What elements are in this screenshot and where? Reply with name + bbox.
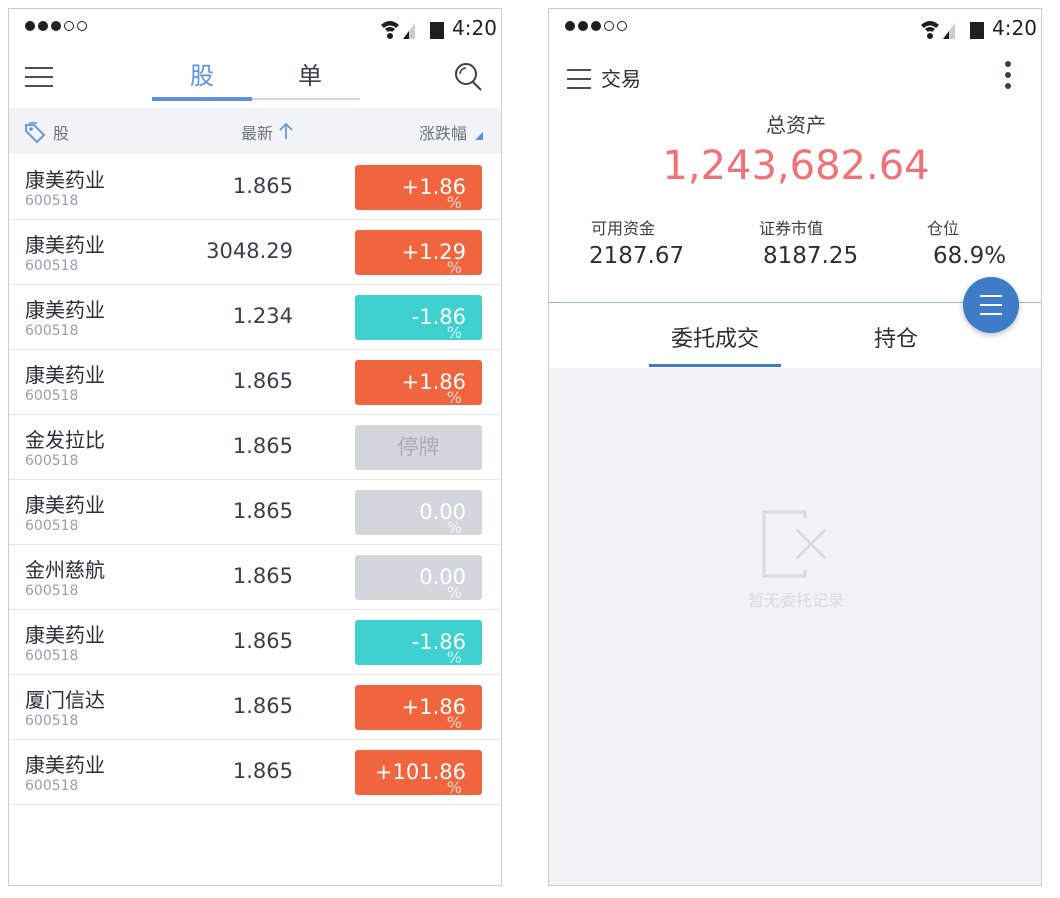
- stock-code: 600518: [25, 648, 79, 664]
- table-row[interactable]: 金发拉比 600518 1.865 停牌: [9, 415, 501, 480]
- change-badge[interactable]: 停牌: [355, 425, 482, 470]
- wifi-signal-icon: [381, 21, 415, 39]
- search-icon[interactable]: [453, 61, 483, 93]
- table-row[interactable]: 康美药业 600518 1.234 -1.86%: [9, 285, 501, 350]
- tab-orders-deals[interactable]: 委托成交: [671, 321, 759, 353]
- table-row[interactable]: 康美药业 600518 1.865 +1.86%: [9, 350, 501, 415]
- stock-code: 600518: [25, 453, 79, 469]
- stock-price: 1.865: [232, 759, 293, 783]
- stat-available-funds: 可用资金 2187.67: [589, 219, 685, 269]
- menu-icon[interactable]: [567, 69, 591, 96]
- empty-state-area: 暂无委托记录: [549, 368, 1041, 885]
- menu-icon[interactable]: [25, 67, 53, 94]
- table-row[interactable]: 康美药业 600518 1.865 0.00%: [9, 480, 501, 545]
- stock-price: 1.865: [232, 174, 293, 198]
- stock-name: 康美药业: [25, 623, 105, 647]
- table-row[interactable]: 厦门信达 600518 1.865 +1.86%: [9, 675, 501, 740]
- change-badge[interactable]: +1.86%: [355, 360, 482, 405]
- stock-price: 1.865: [232, 434, 293, 458]
- table-row[interactable]: 康美药业 600518 1.865 -1.86%: [9, 610, 501, 675]
- stock-name: 康美药业: [25, 753, 105, 777]
- tag-icon: [25, 122, 46, 143]
- more-menu-icon[interactable]: [1005, 61, 1013, 93]
- status-time: 4:20: [452, 16, 497, 40]
- stock-code: 600518: [25, 713, 79, 729]
- change-badge[interactable]: +1.29%: [355, 230, 482, 275]
- stock-name: 金发拉比: [25, 428, 105, 452]
- header-stock[interactable]: 股: [53, 120, 69, 144]
- stock-code: 600518: [25, 518, 79, 534]
- empty-document-icon: [762, 510, 827, 578]
- signal-dots-icon: [25, 21, 87, 31]
- battery-icon: [430, 22, 444, 39]
- stock-code: 600518: [25, 258, 79, 274]
- page-title: 交易: [601, 67, 641, 91]
- tab-indicator: [649, 364, 781, 367]
- stat-securities-value: 证券市值 8187.25: [759, 219, 859, 269]
- stock-code: 600518: [25, 323, 79, 339]
- stock-price: 1.865: [232, 369, 293, 393]
- signal-dots-icon: [565, 21, 627, 31]
- stock-price: 3048.29: [206, 239, 293, 263]
- header-change[interactable]: 涨跌幅: [419, 120, 467, 144]
- stock-price: 1.234: [232, 304, 293, 328]
- stock-code: 600518: [25, 778, 79, 794]
- empty-state-text: 暂无委托记录: [747, 591, 844, 610]
- table-row[interactable]: 康美药业 600518 3048.29 +1.29%: [9, 220, 501, 285]
- status-time: 4:20: [992, 16, 1037, 40]
- tab-orders[interactable]: 单: [260, 59, 360, 93]
- change-badge[interactable]: -1.86%: [355, 620, 482, 665]
- change-badge[interactable]: +1.86%: [355, 165, 482, 210]
- tab-stocks[interactable]: 股: [152, 59, 252, 93]
- stock-price: 1.865: [232, 564, 293, 588]
- tab-indicator: [152, 97, 252, 101]
- status-bar: 4:20: [549, 9, 1041, 49]
- stock-name: 康美药业: [25, 298, 105, 322]
- stat-position: 仓位 68.9%: [927, 219, 1007, 269]
- change-badge[interactable]: -1.86%: [355, 295, 482, 340]
- tab-positions[interactable]: 持仓: [874, 321, 918, 353]
- stock-name: 康美药业: [25, 363, 105, 387]
- stock-list: 康美药业 600518 1.865 +1.86% 康美药业 600518 304…: [9, 155, 501, 805]
- sort-up-arrow-icon[interactable]: [279, 122, 293, 140]
- change-badge[interactable]: 0.00%: [355, 555, 482, 600]
- stock-name: 金州慈航: [25, 558, 105, 582]
- total-assets-label: 总资产: [766, 113, 826, 137]
- stock-name: 康美药业: [25, 168, 105, 192]
- table-row[interactable]: 金州慈航 600518 1.865 0.00%: [9, 545, 501, 610]
- battery-icon: [970, 22, 984, 39]
- stock-name: 厦门信达: [25, 688, 105, 712]
- stock-code: 600518: [25, 388, 79, 404]
- stock-name: 康美药业: [25, 493, 105, 517]
- top-tabs: 股 单: [152, 59, 360, 103]
- status-bar: 4:20: [9, 9, 501, 49]
- wifi-signal-icon: [921, 21, 955, 39]
- column-header: 股 最新 涨跌幅: [9, 108, 501, 154]
- change-badge[interactable]: +1.86%: [355, 685, 482, 730]
- stock-code: 600518: [25, 583, 79, 599]
- trade-screen: 4:20 交易 总资产 1,243,682.64 可用资金 2187.67 证券…: [548, 8, 1042, 886]
- menu-fab-button[interactable]: [963, 277, 1019, 333]
- market-list-screen: 4:20 股 单 股 最新 涨跌幅 康美药业 600518 1.865 +1.8…: [8, 8, 502, 886]
- table-row[interactable]: 康美药业 600518 1.865 +1.86%: [9, 155, 501, 220]
- stock-name: 康美药业: [25, 233, 105, 257]
- change-badge[interactable]: +101.86%: [355, 750, 482, 795]
- stock-price: 1.865: [232, 629, 293, 653]
- total-assets-value: 1,243,682.64: [662, 143, 930, 189]
- change-badge[interactable]: 0.00%: [355, 490, 482, 535]
- sort-triangle-icon[interactable]: [475, 132, 483, 140]
- stock-price: 1.865: [232, 694, 293, 718]
- stock-price: 1.865: [232, 499, 293, 523]
- stock-code: 600518: [25, 193, 79, 209]
- table-row[interactable]: 康美药业 600518 1.865 +101.86%: [9, 740, 501, 805]
- header-latest[interactable]: 最新: [241, 120, 273, 144]
